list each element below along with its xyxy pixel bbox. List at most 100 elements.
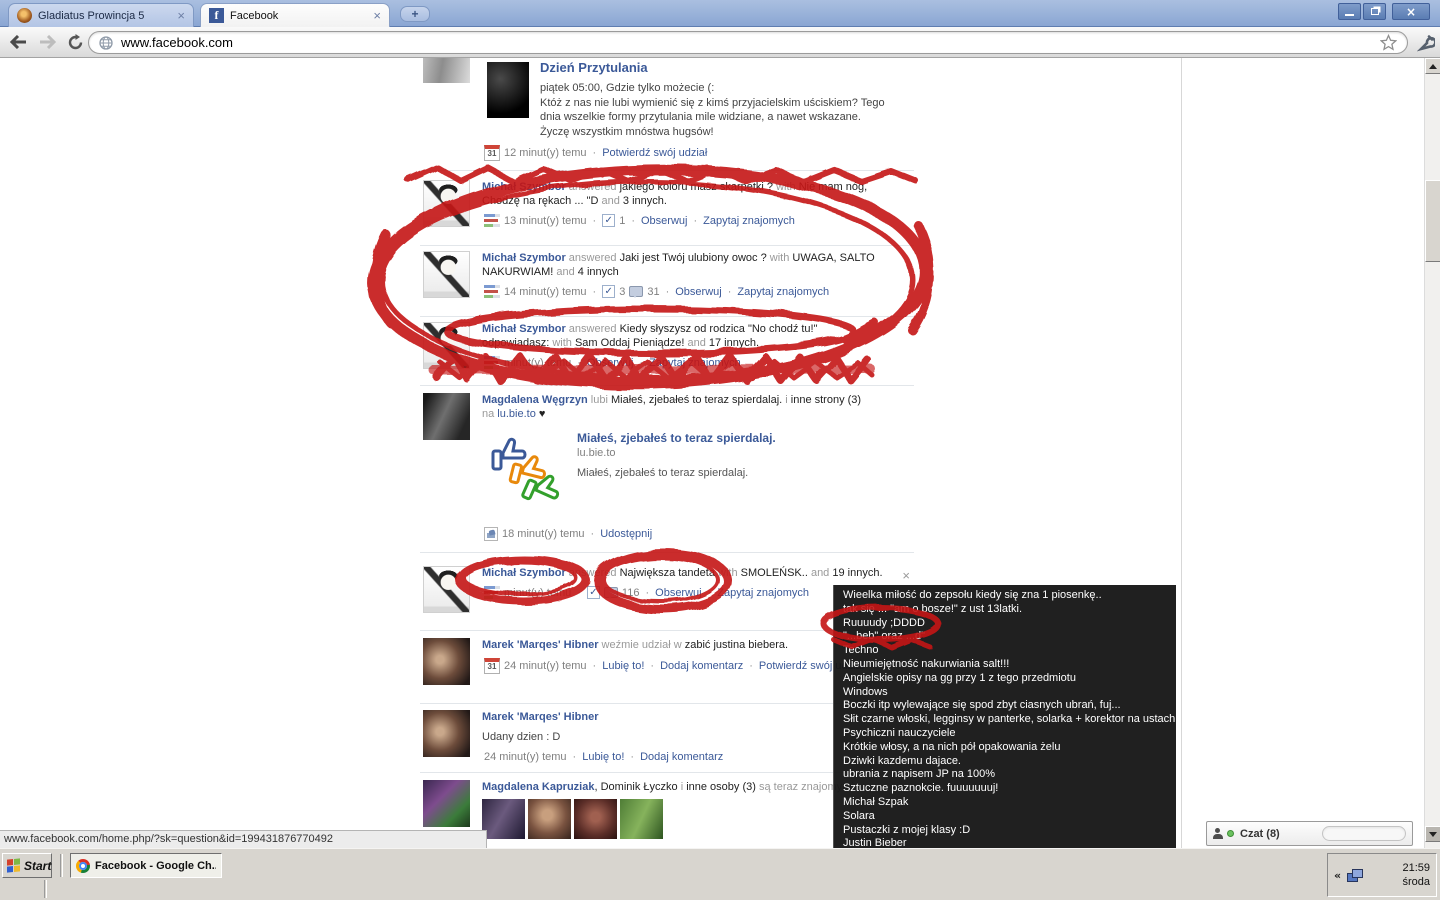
profile-link[interactable]: Magdalena Kapruziak	[482, 781, 594, 793]
tab-close-icon[interactable]: ×	[373, 9, 381, 22]
post-text: 24 minut(y) temu	[504, 660, 587, 672]
attachment-thumbnail[interactable]	[487, 429, 565, 517]
close-window-button[interactable]: ×	[1392, 3, 1430, 20]
tooltip-item: Dziwki kazdemu dajace.	[843, 755, 1176, 769]
friend-thumbnail[interactable]	[574, 799, 617, 839]
scrollbar-thumb[interactable]	[1425, 180, 1440, 262]
bookmark-star-icon[interactable]	[1380, 34, 1397, 51]
profile-link[interactable]: Michał Szymbor	[482, 567, 566, 579]
post-text: ·	[643, 587, 651, 599]
wrench-menu-icon[interactable]	[1414, 31, 1438, 55]
action-link[interactable]: Lubię to!	[582, 751, 624, 763]
friend-thumbnail[interactable]	[482, 799, 525, 839]
person-icon	[1213, 828, 1223, 839]
task-button-label: Facebook - Google Ch...	[95, 860, 216, 872]
action-link[interactable]: Obserwuj	[587, 357, 633, 369]
friend-thumbnail[interactable]	[528, 799, 571, 839]
friend-thumbnail[interactable]	[620, 799, 663, 839]
bubble-icon	[604, 587, 618, 598]
status-bar: www.facebook.com/home.php/?sk=question&i…	[0, 830, 487, 848]
action-link[interactable]: lu.bie.to	[497, 408, 536, 420]
avatar[interactable]	[423, 322, 470, 369]
event-photo[interactable]	[487, 62, 529, 118]
avatar[interactable]	[423, 251, 470, 298]
start-button[interactable]: Start	[2, 853, 52, 878]
action-link[interactable]: Lubię to!	[602, 660, 644, 672]
post-text: 4 innych	[578, 266, 619, 278]
post-text: ·	[664, 286, 672, 298]
profile-link[interactable]: Michał Szymbor	[482, 181, 566, 193]
post-text: ·	[591, 147, 599, 159]
action-link[interactable]: Potwierdź swój udział	[602, 147, 707, 159]
post-title: Magdalena Węgrzyn lubi Miałeś, zjebałeś …	[482, 393, 922, 421]
reload-button[interactable]	[62, 30, 88, 54]
attachment-title-link[interactable]: Miałeś, zjebałeś to teraz spierdalaj.	[577, 431, 776, 445]
action-link[interactable]: Dodaj komentarz	[640, 751, 723, 763]
tooltip-item: Ruuuudy ;DDDD	[843, 617, 1176, 631]
avatar[interactable]	[423, 180, 470, 227]
forward-button[interactable]	[34, 30, 60, 54]
avatar[interactable]	[423, 638, 470, 685]
profile-link[interactable]: Marek 'Marqes' Hibner	[482, 711, 599, 723]
restore-button[interactable]	[1363, 3, 1386, 20]
post-text: jakiego koloru masz skarpetki ?	[620, 181, 773, 193]
profile-link[interactable]: Michał Szymbor	[482, 252, 566, 264]
tray-collapse-icon[interactable]: «	[1334, 870, 1341, 881]
action-link[interactable]: Zapytaj znajomych	[649, 357, 741, 369]
action-link[interactable]: Udostępnij	[600, 528, 652, 540]
post-title: Dzień Przytulania	[540, 61, 890, 75]
action-link[interactable]: Zapytaj znajomych	[703, 215, 795, 227]
post-body-line: Któż z nas nie lubi wymienić się z kimś …	[540, 96, 916, 111]
avatar[interactable]	[423, 58, 470, 83]
tooltip-item: Michał Szpak	[843, 796, 1176, 810]
avatar[interactable]	[423, 780, 470, 827]
post-text: 24 minut(y) temu	[484, 751, 567, 763]
post-text: i	[678, 781, 687, 793]
back-button[interactable]	[6, 30, 32, 54]
globe-icon	[99, 36, 113, 50]
minimize-button[interactable]	[1338, 3, 1361, 20]
online-dot-icon	[1227, 830, 1234, 837]
post-text: ·	[591, 660, 599, 672]
profile-link[interactable]: Dzień Przytulania	[540, 60, 648, 75]
avatar[interactable]	[423, 710, 470, 757]
chat-bar[interactable]: Czat (8)	[1206, 821, 1413, 846]
profile-link[interactable]: Michał Szymbor	[482, 323, 566, 335]
post-text: ·	[726, 286, 734, 298]
post-text: minut(y) temu	[504, 587, 571, 599]
profile-link[interactable]: Magdalena Węgrzyn	[482, 394, 588, 406]
action-link[interactable]: Zapytaj znajomych	[717, 587, 809, 599]
network-icon[interactable]	[1347, 869, 1363, 882]
post-text: with	[549, 337, 575, 349]
page-scrollbar[interactable]	[1424, 58, 1440, 848]
tab-gladiatus[interactable]: Gladiatus Prowincja 5 ×	[8, 3, 194, 27]
address-bar[interactable]: www.facebook.com	[88, 31, 1408, 54]
action-link[interactable]: Zapytaj znajomych	[737, 286, 829, 298]
tooltip-item: Słit czarne włoski, legginsy w panterke,…	[843, 713, 1176, 727]
post-separator	[420, 385, 914, 386]
windows-logo-icon	[7, 858, 20, 872]
avatar[interactable]	[423, 566, 470, 613]
start-label: Start	[24, 860, 51, 872]
post-text: 31	[647, 286, 659, 298]
tab-close-icon[interactable]: ×	[177, 9, 185, 22]
task-button-chrome[interactable]: Facebook - Google Ch...	[70, 853, 222, 878]
avatar[interactable]	[423, 393, 470, 440]
scroll-down-icon[interactable]	[1425, 826, 1440, 842]
action-link[interactable]: Obserwuj	[641, 215, 687, 227]
action-link[interactable]: Dodaj komentarz	[660, 660, 743, 672]
post-wegrzyn-lubi: Magdalena Węgrzyn lubi Miałeś, zjebałeś …	[420, 391, 916, 541]
profile-link[interactable]: Marek 'Marqes' Hibner	[482, 639, 599, 651]
new-tab-button[interactable]: +	[400, 6, 430, 22]
post-text: with	[773, 181, 799, 193]
action-link[interactable]: Obserwuj	[655, 587, 701, 599]
hide-post-icon[interactable]: ×	[902, 568, 910, 583]
tab-facebook[interactable]: f Facebook ×	[200, 3, 390, 27]
chat-search-box[interactable]	[1322, 826, 1406, 841]
taskbar-divider	[60, 854, 63, 877]
post-text: ·	[628, 751, 636, 763]
check-icon: ✓	[602, 214, 615, 227]
scroll-up-icon[interactable]	[1425, 58, 1440, 74]
post-text: with	[767, 252, 793, 264]
action-link[interactable]: Obserwuj	[675, 286, 721, 298]
